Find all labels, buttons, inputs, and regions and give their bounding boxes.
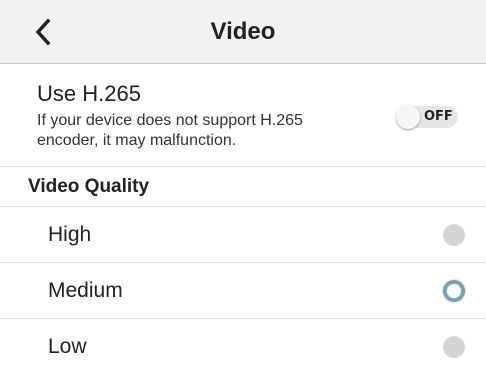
- option-low[interactable]: Low: [0, 319, 486, 370]
- h265-setting-description: If your device does not support H.265 en…: [37, 112, 303, 149]
- option-medium[interactable]: Medium: [0, 263, 486, 319]
- video-quality-options: High Medium Low: [0, 207, 486, 370]
- toggle-state-label: OFF: [424, 109, 453, 124]
- section-title: Video Quality: [28, 175, 150, 197]
- radio-button[interactable]: [443, 336, 465, 358]
- option-label: High: [48, 222, 92, 246]
- toggle-thumb: [396, 105, 420, 129]
- chevron-left-icon: [35, 18, 51, 46]
- video-settings-screen: Video Use H.265 If your device does not …: [0, 0, 486, 370]
- back-button[interactable]: [26, 14, 60, 50]
- option-high[interactable]: High: [0, 207, 486, 263]
- option-label: Medium: [48, 278, 123, 302]
- page-title: Video: [210, 17, 276, 45]
- radio-button[interactable]: [443, 224, 465, 246]
- h265-toggle[interactable]: OFF: [396, 104, 460, 129]
- radio-button-selected[interactable]: [443, 280, 465, 302]
- header-bar: Video: [0, 0, 486, 64]
- option-label: Low: [48, 335, 87, 358]
- video-quality-section-header: Video Quality: [0, 167, 486, 207]
- h265-setting-row: Use H.265 If your device does not suppor…: [0, 64, 486, 167]
